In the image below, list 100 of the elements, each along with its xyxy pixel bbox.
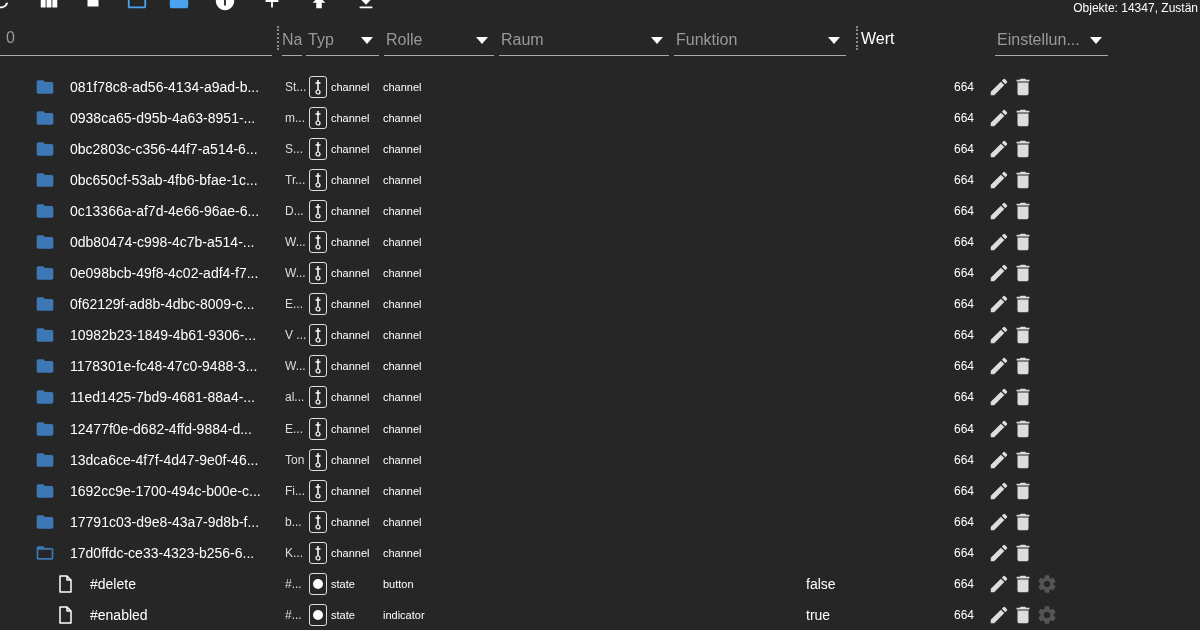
object-name: K...	[285, 545, 304, 560]
column-filter-select[interactable]: Typ	[306, 31, 379, 56]
acl-value: 664	[954, 421, 976, 436]
object-type: state	[331, 609, 356, 622]
caret-icon[interactable]	[361, 36, 373, 44]
object-id: 1178301e-fc48-47c0-9488-3...	[70, 358, 258, 375]
object-name: #...	[285, 577, 303, 592]
channel-type-icon	[309, 541, 327, 564]
object-name: W...	[285, 266, 307, 281]
object-id: #delete	[90, 576, 136, 593]
object-id: 13dca6ce-4f7f-4d47-9e0f-46...	[70, 451, 259, 468]
object-id: 0e098bcb-49f8-4c02-adf4-f7...	[70, 265, 259, 282]
channel-type-icon	[309, 137, 327, 160]
acl-value: 664	[954, 203, 976, 218]
object-type: channel	[331, 298, 371, 311]
object-role: channel	[383, 111, 423, 124]
settings-filter-select[interactable]: Einstellun...	[995, 31, 1108, 56]
channel-type-icon	[309, 106, 327, 129]
object-name: Fi...	[285, 483, 306, 498]
acl-value: 664	[954, 390, 976, 405]
channel-type-icon	[309, 510, 327, 533]
caret-icon[interactable]	[651, 36, 663, 44]
channel-type-icon	[309, 231, 327, 253]
object-type: channel	[331, 515, 371, 528]
channel-type-icon	[309, 199, 327, 222]
acl-value: 664	[954, 172, 976, 187]
object-type: channel	[331, 484, 371, 497]
object-name: S...	[285, 141, 304, 156]
object-type: channel	[331, 204, 371, 217]
acl-value: 664	[954, 608, 976, 623]
folder-icon[interactable]	[35, 232, 55, 252]
edit-icon[interactable]	[988, 231, 1010, 253]
object-value: false	[806, 576, 837, 593]
object-name: E...	[285, 297, 304, 312]
object-id: 10982b23-1849-4b61-9306-...	[70, 327, 257, 344]
object-role: channel	[383, 515, 423, 528]
object-name: V ...	[285, 328, 307, 343]
acl-value: 664	[954, 110, 976, 125]
column-filter-select[interactable]: Funktion	[674, 31, 846, 56]
channel-type-icon	[309, 75, 327, 98]
object-id: 0bc2803c-c356-44f7-a514-6...	[70, 140, 258, 157]
column-filter-select[interactable]: Rolle	[384, 31, 494, 56]
object-type: state	[331, 578, 356, 591]
object-name: D...	[285, 203, 305, 218]
object-role: channel	[383, 298, 423, 311]
caret-icon[interactable]	[828, 36, 840, 44]
object-role: channel	[383, 391, 423, 404]
object-role: button	[383, 578, 415, 591]
acl-value: 664	[954, 359, 976, 374]
object-type: channel	[331, 391, 371, 404]
column-filter-select[interactable]: Raum	[499, 31, 669, 56]
channel-type-icon	[309, 168, 327, 191]
name-column-header[interactable]: Na	[282, 31, 302, 56]
acl-value: 664	[954, 79, 976, 94]
acl-value: 664	[954, 483, 976, 498]
object-name: al...	[285, 390, 306, 405]
channel-type-icon	[309, 324, 327, 347]
acl-value: 664	[954, 514, 976, 529]
object-type: channel	[331, 329, 371, 342]
caret-icon[interactable]	[1090, 36, 1102, 44]
acl-value: 664	[954, 577, 976, 592]
object-id: 17791c03-d9e8-43a7-9d8b-f...	[70, 513, 260, 530]
object-id: 0c13366a-af7d-4e66-96ae-6...	[70, 202, 260, 219]
object-id: #enabled	[90, 607, 148, 624]
object-type: channel	[331, 142, 371, 155]
object-type: channel	[331, 546, 371, 559]
object-type: channel	[331, 453, 371, 466]
object-role: channel	[383, 204, 423, 217]
object-type: channel	[331, 422, 371, 435]
acl-value: 664	[954, 141, 976, 156]
object-id: 11ed1425-7bd9-4681-88a4-...	[70, 389, 255, 406]
acl-value: 664	[954, 235, 976, 249]
object-id: 081f78c8-ad56-4134-a9ad-b...	[70, 78, 260, 95]
object-type: channel	[331, 173, 371, 186]
object-name: Ton	[285, 452, 306, 467]
caret-icon[interactable]	[476, 36, 488, 44]
object-role: channel	[383, 360, 423, 373]
object-role: channel	[383, 329, 423, 342]
channel-type-icon	[309, 262, 327, 285]
object-type: channel	[331, 360, 371, 373]
object-name: m...	[285, 110, 306, 125]
object-id: 1692cc9e-1700-494c-b00e-c...	[70, 482, 261, 499]
filter-field[interactable]: 0	[0, 27, 272, 56]
object-role: channel	[383, 267, 423, 280]
acl-value: 664	[954, 452, 976, 467]
acl-value: 664	[954, 297, 976, 312]
object-type: channel	[331, 80, 371, 93]
object-name: b...	[285, 514, 303, 529]
object-name: W...	[285, 359, 307, 374]
object-role: channel	[383, 453, 423, 466]
object-id: 0f62129f-ad8b-4dbc-8009-c...	[70, 296, 255, 313]
object-type: channel	[331, 236, 371, 248]
channel-type-icon	[309, 417, 327, 440]
channel-type-icon	[309, 386, 327, 409]
object-id: 17d0ffdc-ce33-4323-b256-6...	[70, 544, 255, 561]
value-column-header: Wert	[861, 30, 896, 49]
object-value: true	[806, 607, 832, 624]
object-role: channel	[383, 80, 423, 93]
acl-value: 664	[954, 545, 976, 560]
channel-type-icon	[309, 355, 327, 378]
